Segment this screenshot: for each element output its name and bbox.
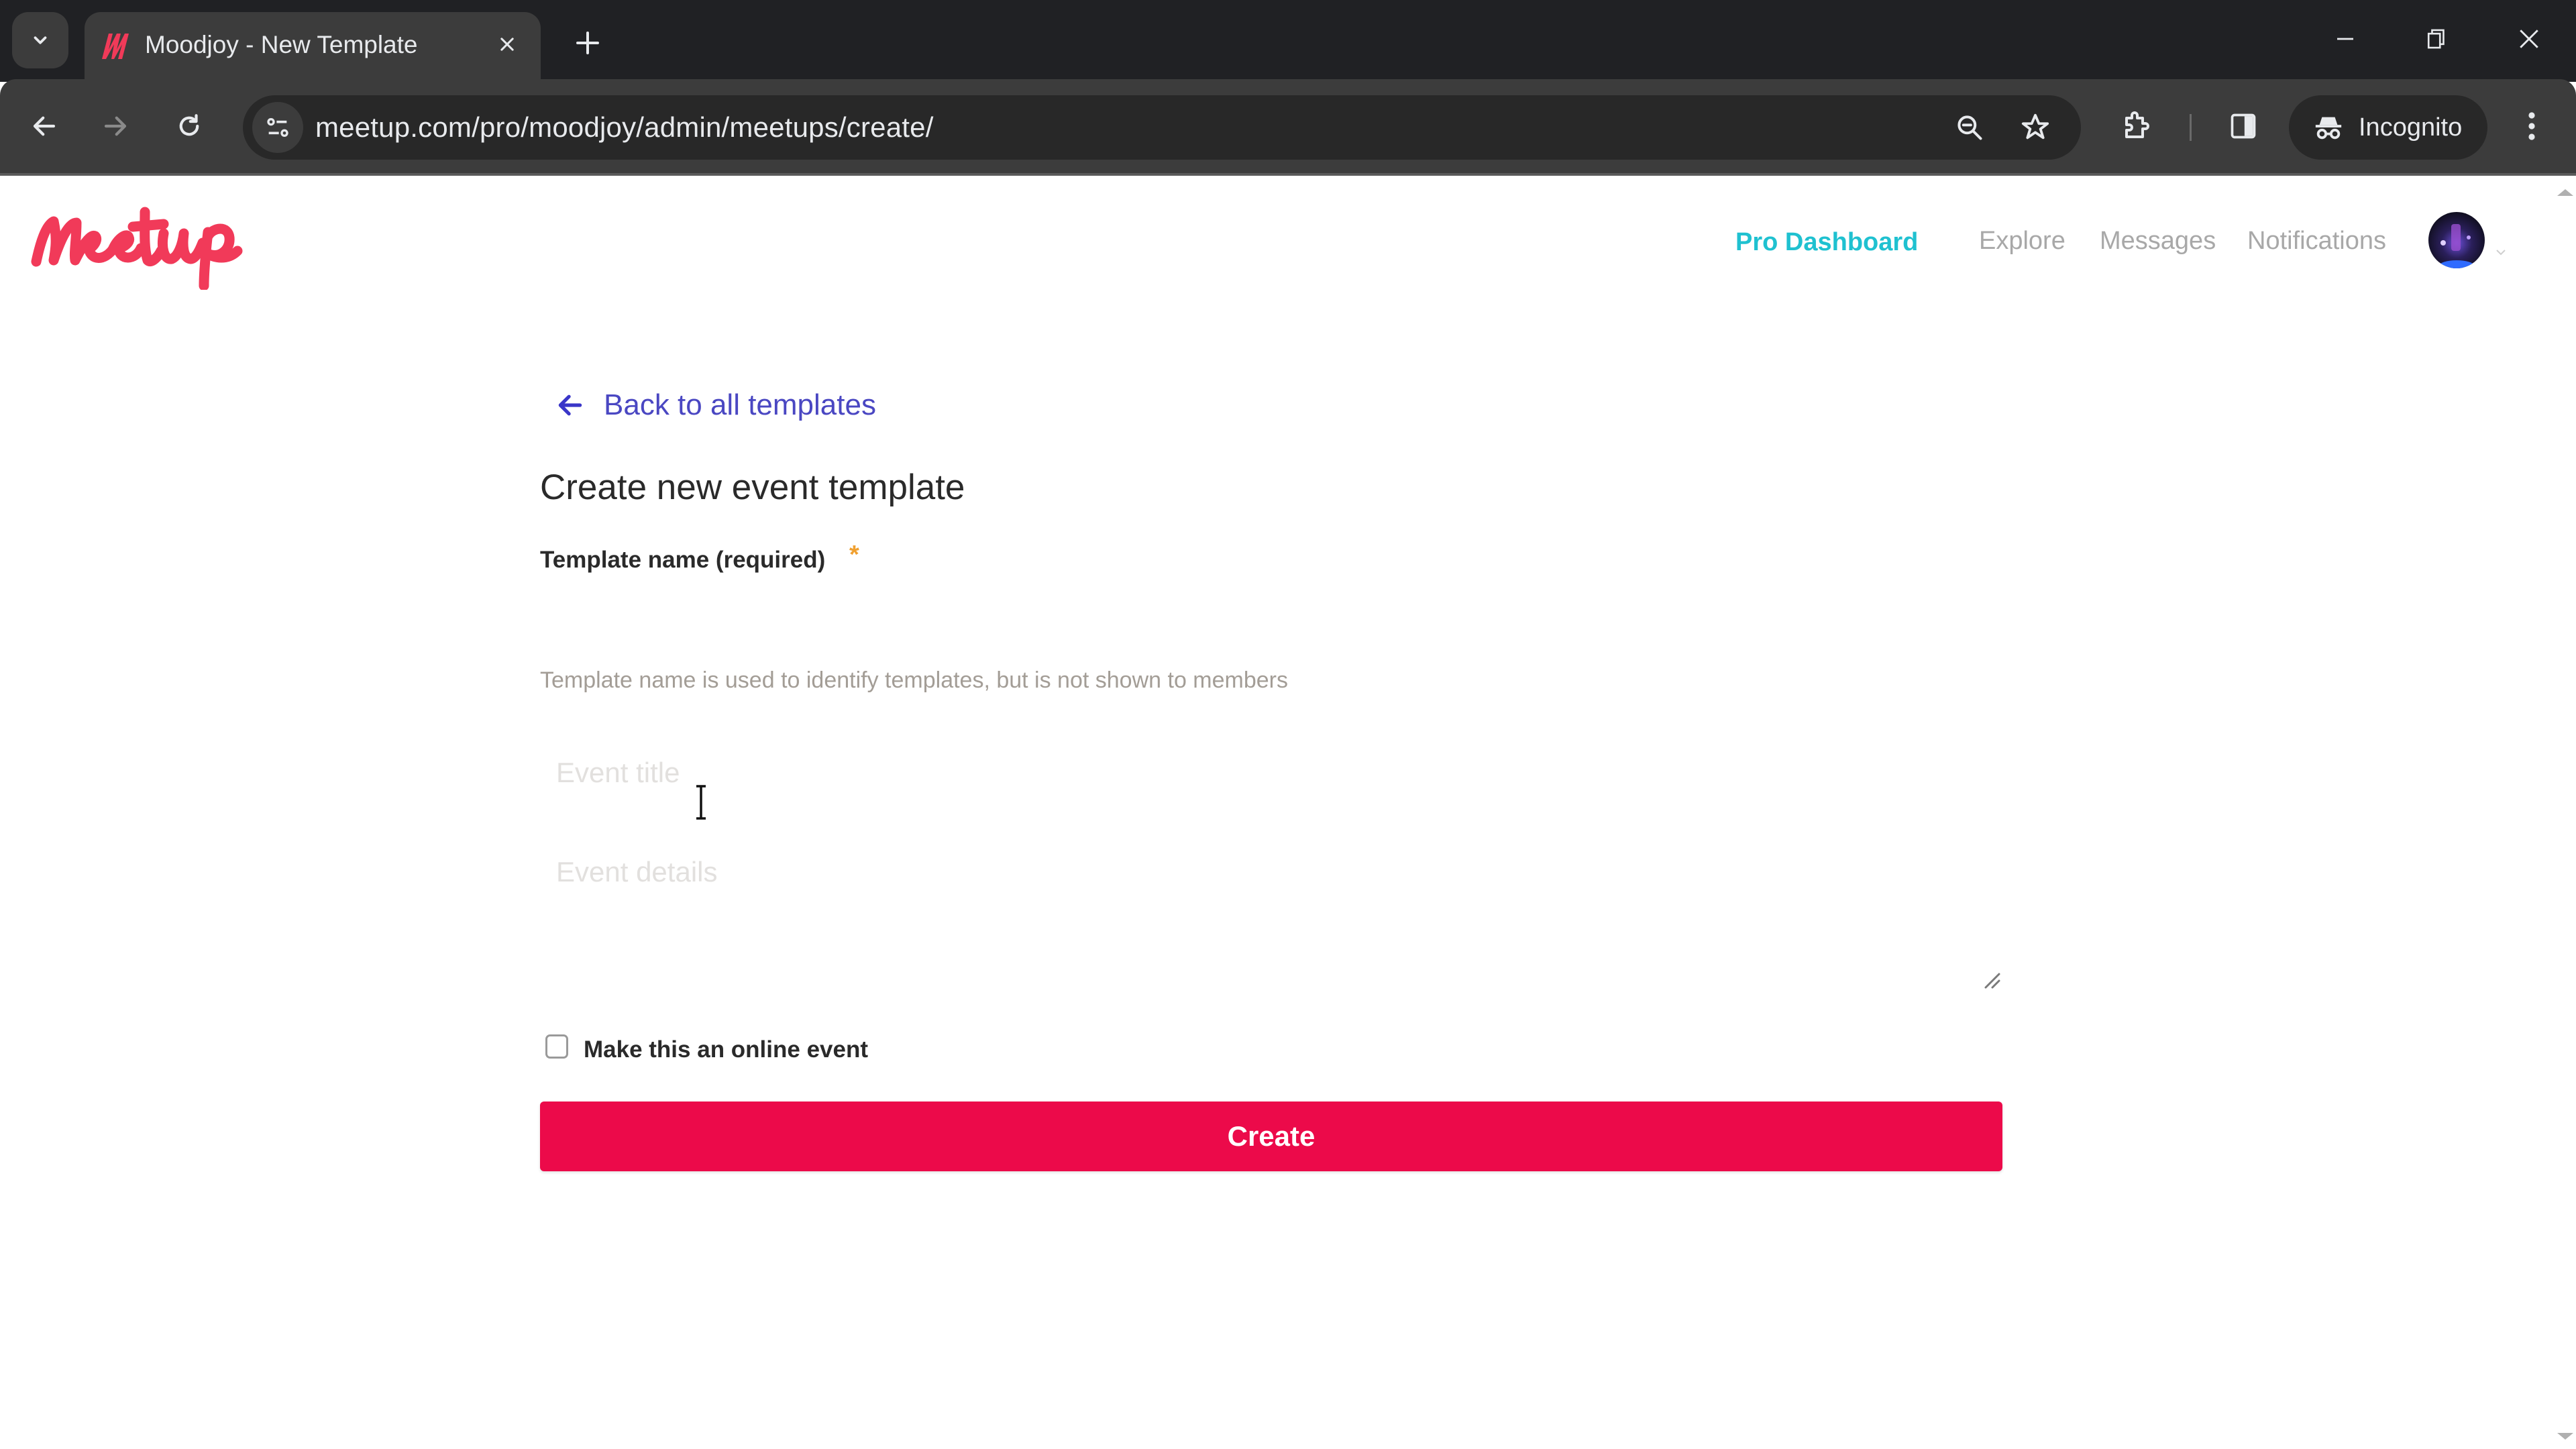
user-avatar-image bbox=[2428, 212, 2485, 268]
zoom-button[interactable] bbox=[1949, 107, 1990, 148]
forward-button[interactable] bbox=[91, 102, 140, 150]
nav-pro-dashboard[interactable]: Pro Dashboard bbox=[1735, 225, 1918, 259]
reload-button[interactable] bbox=[165, 102, 213, 150]
avatar[interactable] bbox=[2428, 212, 2485, 268]
create-button[interactable]: Create bbox=[540, 1102, 2002, 1171]
new-tab-button[interactable] bbox=[568, 23, 608, 63]
plus-icon bbox=[576, 32, 599, 54]
incognito-indicator[interactable]: Incognito bbox=[2289, 95, 2487, 160]
template-name-helper: Template name is used to identify templa… bbox=[540, 667, 1288, 693]
page-scrollbar[interactable] bbox=[2549, 176, 2576, 1449]
tab-strip: Moodjoy - New Template bbox=[0, 0, 2576, 82]
meetup-logo-icon bbox=[31, 207, 243, 291]
restore-icon bbox=[2427, 29, 2445, 49]
star-icon bbox=[2021, 113, 2049, 140]
incognito-label: Incognito bbox=[2359, 113, 2463, 142]
incognito-icon bbox=[2315, 117, 2342, 140]
event-details-textarea[interactable] bbox=[540, 848, 2002, 996]
back-link-text: Back to all templates bbox=[604, 388, 876, 421]
nav-explore[interactable]: Explore bbox=[1979, 224, 2065, 258]
tab-close-button[interactable] bbox=[491, 28, 523, 60]
nav-messages[interactable]: Messages bbox=[2100, 224, 2216, 258]
online-event-checkbox[interactable] bbox=[545, 1034, 568, 1059]
required-marker: * bbox=[849, 541, 859, 569]
tune-icon bbox=[267, 117, 288, 138]
page-title: Create new event template bbox=[540, 468, 965, 507]
restore-button[interactable] bbox=[2410, 17, 2463, 60]
close-icon bbox=[2520, 30, 2538, 48]
arrow-left-icon bbox=[33, 116, 56, 136]
extensions-button[interactable] bbox=[2112, 102, 2160, 150]
textarea-resize-handle[interactable] bbox=[1979, 967, 2003, 991]
toolbar-divider bbox=[2190, 114, 2192, 141]
scroll-down-arrow-icon[interactable] bbox=[2557, 1433, 2573, 1440]
puzzle-icon bbox=[2125, 111, 2149, 138]
chevron-down-icon[interactable] bbox=[2496, 248, 2506, 256]
nav-notifications[interactable]: Notifications bbox=[2247, 224, 2386, 258]
event-title-input[interactable] bbox=[540, 739, 2002, 806]
minimize-button[interactable] bbox=[2318, 17, 2372, 60]
back-button[interactable] bbox=[20, 102, 68, 150]
online-event-label[interactable]: Make this an online event bbox=[584, 1033, 868, 1067]
zoom-out-icon bbox=[1957, 115, 1982, 140]
template-name-label: Template name (required) bbox=[540, 547, 826, 573]
address-bar[interactable]: meetup.com/pro/moodjoy/admin/meetups/cre… bbox=[243, 95, 2081, 160]
close-window-button[interactable] bbox=[2502, 17, 2556, 60]
bookmark-button[interactable] bbox=[2015, 107, 2055, 148]
site-info-button[interactable] bbox=[252, 102, 303, 153]
close-icon bbox=[500, 38, 514, 51]
browser-menu-button[interactable] bbox=[2508, 102, 2556, 150]
template-name-input[interactable] bbox=[540, 585, 2002, 659]
browser-tab-active[interactable]: Moodjoy - New Template bbox=[85, 12, 541, 82]
side-panel-button[interactable] bbox=[2219, 102, 2267, 150]
text-cursor-icon bbox=[696, 785, 706, 820]
meetup-favicon-icon bbox=[102, 34, 129, 59]
reload-icon bbox=[179, 114, 199, 136]
scroll-up-arrow-icon[interactable] bbox=[2557, 189, 2573, 196]
browser-toolbar: meetup.com/pro/moodjoy/admin/meetups/cre… bbox=[0, 79, 2576, 176]
side-panel-icon bbox=[2231, 113, 2256, 139]
minimize-icon bbox=[2337, 38, 2353, 40]
back-to-templates-link[interactable]: Back to all templates bbox=[555, 386, 876, 424]
tab-title: Moodjoy - New Template bbox=[145, 31, 418, 58]
tab-search-button[interactable] bbox=[12, 12, 68, 68]
kebab-menu-icon bbox=[2528, 112, 2535, 140]
url-text[interactable]: meetup.com/pro/moodjoy/admin/meetups/cre… bbox=[315, 95, 934, 160]
chevron-down-icon bbox=[34, 36, 47, 44]
arrow-left-icon bbox=[558, 394, 582, 416]
page-content: Pro Dashboard Explore Messages Notificat… bbox=[0, 176, 2576, 1449]
arrow-right-icon bbox=[104, 116, 127, 136]
meetup-logo[interactable] bbox=[27, 203, 255, 291]
